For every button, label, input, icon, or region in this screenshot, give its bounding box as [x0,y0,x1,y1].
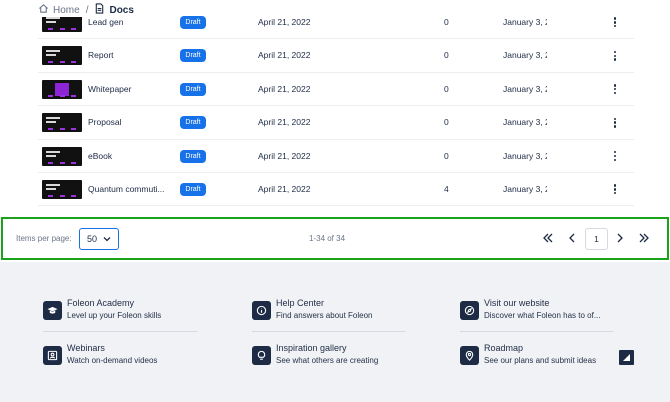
breadcrumb-home-label: Home [53,4,80,16]
doc-name[interactable]: eBook [88,140,166,173]
more-options-icon[interactable] [612,49,618,63]
items-per-page-select[interactable]: 50 [79,228,119,250]
footer-link-desc: Watch on-demand videos [67,356,158,365]
items-per-page-value: 50 [87,234,98,244]
compass-icon [460,301,479,320]
footer-link-desc: Level up your Foleon skills [67,311,162,320]
footer-divider [460,331,614,332]
status-badge: Draft [180,82,206,96]
views-count: 0 [444,150,449,161]
lightbulb-icon [252,346,271,365]
items-per-page-label: Items per page: [16,234,72,243]
more-options-icon[interactable] [612,16,618,30]
chevron-left-icon [565,232,579,249]
footer-link-title: Roadmap [484,343,524,353]
created-date: April 21, 2022 [258,183,311,194]
created-date: April 21, 2022 [258,83,311,94]
first-page-button[interactable] [541,231,555,245]
chevrons-right-icon [637,232,651,249]
footer-link-desc: Find answers about Foleon [276,311,373,320]
modified-date: January 3, 2 [503,117,547,128]
graduation-cap-icon [43,301,62,320]
map-pin-icon [460,346,479,365]
home-icon [38,3,49,17]
status-badge: Draft [180,16,206,29]
modified-date: January 3, 2 [503,50,547,61]
modified-date: January 3, 2 [503,17,547,27]
webinar-icon [43,346,62,365]
resources-footer: Foleon Academy Level up your Foleon skil… [0,262,670,402]
status-badge: Draft [180,49,206,63]
doc-thumbnail[interactable] [42,179,82,199]
created-date: April 21, 2022 [258,17,311,27]
footer-link-desc: See our plans and submit ideas [484,356,597,365]
footer-link-title: Visit our website [484,298,550,308]
footer-link-help-center[interactable]: Help Center Find answers about Foleon [252,298,412,328]
table-row[interactable]: Whitepaper Draft April 21, 2022 0 January 3,… [38,73,634,107]
doc-thumbnail[interactable] [42,113,82,133]
more-options-icon[interactable] [612,116,618,130]
footer-link-title: Webinars [67,343,105,353]
footer-link-title: Inspiration gallery [276,343,347,353]
footer-link-title: Foleon Academy [67,298,135,308]
doc-name[interactable]: Quantum commuti... [88,173,166,206]
table-row[interactable]: Quantum commuti... Draft April 21, 2022 4 Ja… [38,173,634,207]
pagination-bar: Items per page: 50 1-34 of 34 1 [1,217,669,260]
views-count: 4 [444,183,449,194]
more-options-icon[interactable] [612,83,618,97]
doc-thumbnail[interactable] [42,46,82,66]
modified-date: January 3, 2 [503,150,547,161]
views-count: 0 [444,117,449,128]
created-date: April 21, 2022 [258,150,311,161]
footer-link-title: Help Center [276,298,325,308]
footer-link-desc: See what others are creating [276,356,379,365]
status-badge: Draft [180,149,206,163]
footer-link-roadmap[interactable]: Roadmap See our plans and submit ideas [460,343,620,373]
page-number-input[interactable]: 1 [585,228,608,250]
pagination-range: 1-34 of 34 [309,234,346,243]
document-icon [94,3,105,17]
modified-date: January 3, 2 [503,183,547,194]
views-count: 0 [444,83,449,94]
footer-link-desc: Discover what Foleon has to of... [484,311,601,320]
last-page-button[interactable] [637,231,651,245]
breadcrumb-separator: / [85,4,89,16]
created-date: April 21, 2022 [258,117,311,128]
footer-link-visit-website[interactable]: Visit our website Discover what Foleon h… [460,298,620,328]
more-options-icon[interactable] [612,150,618,164]
docs-table: Lead gen Draft April 21, 2022 0 January 3, 2… [0,6,670,207]
status-badge: Draft [180,182,206,196]
more-options-icon[interactable] [612,183,618,197]
doc-name[interactable]: Whitepaper [88,73,166,106]
table-row[interactable]: eBook Draft April 21, 2022 0 January 3, 2 [38,140,634,173]
created-date: April 21, 2022 [258,50,311,61]
table-row[interactable]: Report Draft April 21, 2022 0 January 3, 2 [38,39,634,73]
footer-link-inspiration-gallery[interactable]: Inspiration gallery See what others are … [252,343,412,373]
status-badge: Draft [180,116,206,130]
chevron-right-icon [613,232,627,249]
doc-name[interactable]: Proposal [88,106,166,139]
doc-thumbnail[interactable] [42,79,82,99]
modified-date: January 3, 2 [503,83,547,94]
info-icon [252,301,271,320]
footer-divider [43,331,198,332]
doc-thumbnail[interactable] [42,146,82,166]
table-row[interactable]: Proposal Draft April 21, 2022 0 January 3, 2 [38,106,634,140]
breadcrumb-current: Docs [94,3,134,17]
next-page-button[interactable] [613,231,627,245]
views-count: 0 [444,17,449,27]
footer-divider [252,331,406,332]
footer-link-foleon-academy[interactable]: Foleon Academy Level up your Foleon skil… [43,298,203,328]
breadcrumb: Home / Docs [38,3,140,17]
breadcrumb-current-label: Docs [109,4,134,16]
docs-page: Home / Docs Lead gen Draft April 21, 2022 0… [0,0,670,402]
views-count: 0 [444,50,449,61]
doc-name[interactable]: Report [88,39,166,72]
footer-link-webinars[interactable]: Webinars Watch on-demand videos [43,343,203,373]
feedback-widget-icon[interactable] [619,350,634,365]
breadcrumb-home[interactable]: Home [38,3,80,17]
previous-page-button[interactable] [565,231,579,245]
chevrons-left-icon [541,232,555,249]
